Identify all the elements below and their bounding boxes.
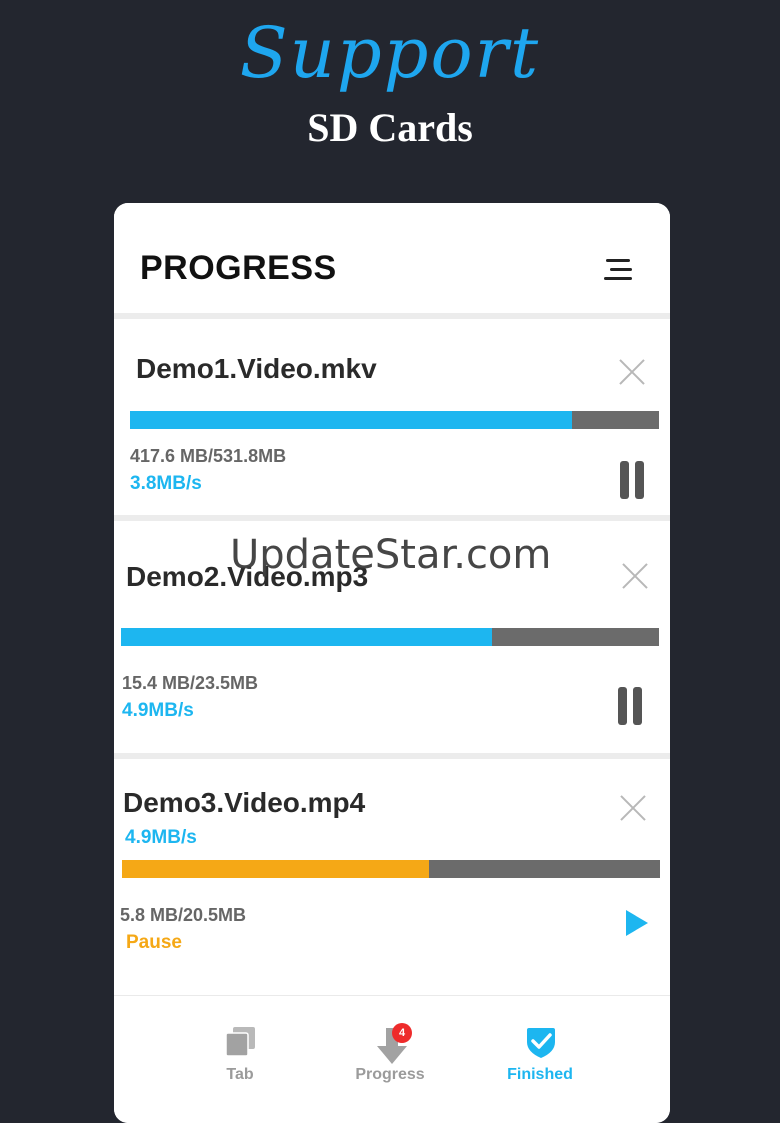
page-title: PROGRESS bbox=[140, 249, 337, 287]
nav-tab-label: Tab bbox=[226, 1066, 254, 1083]
progress-bar bbox=[121, 628, 659, 646]
file-size: 15.4 MB/23.5MB bbox=[122, 673, 259, 693]
app-header: PROGRESS bbox=[114, 203, 670, 313]
nav-finished-label: Finished bbox=[507, 1066, 573, 1083]
progress-bar bbox=[122, 860, 660, 878]
close-icon[interactable] bbox=[617, 357, 647, 387]
pause-icon[interactable] bbox=[618, 687, 644, 725]
bottom-nav: Tab 4 Progress Finished bbox=[114, 995, 670, 1123]
download-item[interactable]: Demo1.Video.mkv 417.6 MB/531.8MB 3.8MB/s bbox=[114, 319, 670, 515]
nav-tab[interactable]: Tab bbox=[165, 996, 315, 1106]
download-speed: 3.8MB/s bbox=[130, 473, 202, 494]
close-icon[interactable] bbox=[618, 793, 648, 823]
progress-fill bbox=[122, 860, 429, 878]
notification-badge: 4 bbox=[392, 1023, 412, 1043]
download-speed: 4.9MB/s bbox=[122, 700, 194, 721]
progress-fill bbox=[130, 411, 573, 429]
file-name: Demo1.Video.mkv bbox=[136, 353, 377, 384]
status-label: Pause bbox=[126, 932, 182, 953]
play-icon[interactable] bbox=[626, 910, 648, 936]
watermark: UpdateStar.com bbox=[230, 532, 552, 578]
nav-progress-label: Progress bbox=[355, 1066, 425, 1083]
sort-menu-icon[interactable] bbox=[602, 255, 638, 285]
promo-headline: Support bbox=[239, 12, 541, 94]
nav-progress[interactable]: 4 Progress bbox=[315, 996, 465, 1106]
check-shield-icon bbox=[527, 1028, 555, 1058]
progress-fill bbox=[121, 628, 493, 646]
file-size: 417.6 MB/531.8MB bbox=[130, 446, 287, 466]
file-name: Demo3.Video.mp4 bbox=[123, 787, 366, 818]
pause-icon[interactable] bbox=[620, 461, 646, 499]
download-item[interactable]: Demo3.Video.mp4 4.9MB/s 5.8 MB/20.5MB Pa… bbox=[114, 759, 670, 995]
download-speed: 4.9MB/s bbox=[125, 827, 197, 848]
progress-bar bbox=[130, 411, 659, 429]
file-size: 5.8 MB/20.5MB bbox=[120, 905, 247, 925]
promo-subheadline: SD Cards bbox=[307, 105, 473, 150]
tabs-icon bbox=[225, 1027, 255, 1057]
nav-finished[interactable]: Finished bbox=[465, 996, 615, 1106]
close-icon[interactable] bbox=[620, 561, 650, 591]
phone-screen: PROGRESS Demo1.Video.mkv 417.6 MB/531.8M… bbox=[114, 203, 670, 1123]
